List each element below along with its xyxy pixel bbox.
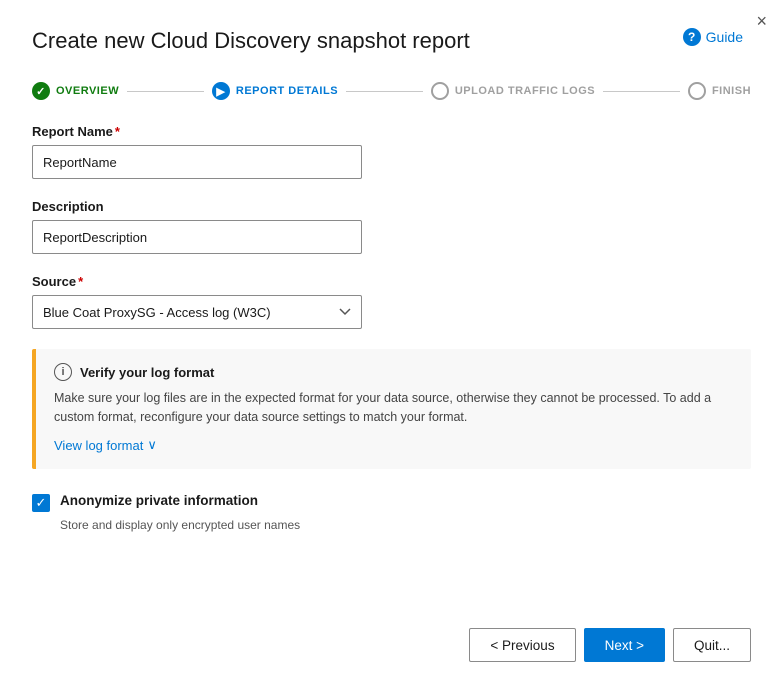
step-finish-icon	[688, 82, 706, 100]
source-label: Source*	[32, 274, 751, 289]
previous-button[interactable]: < Previous	[469, 628, 575, 662]
step-upload-label: UPLOAD TRAFFIC LOGS	[455, 85, 595, 97]
anonymize-label: Anonymize private information	[60, 493, 258, 508]
anonymize-checkbox-row: ✓ Anonymize private information	[32, 493, 751, 512]
anonymize-checkbox[interactable]: ✓	[32, 494, 50, 512]
step-overview-icon: ✓	[32, 82, 50, 100]
dialog-title: Create new Cloud Discovery snapshot repo…	[0, 0, 783, 54]
step-line-2	[346, 91, 423, 92]
description-input[interactable]	[32, 220, 362, 254]
step-overview: ✓ OVERVIEW	[32, 82, 119, 100]
checkmark-icon: ✓	[36, 496, 47, 509]
description-group: Description	[32, 199, 751, 254]
source-select[interactable]: Blue Coat ProxySG - Access log (W3C) Cis…	[32, 295, 362, 329]
source-group: Source* Blue Coat ProxySG - Access log (…	[32, 274, 751, 329]
warning-box: i Verify your log format Make sure your …	[32, 349, 751, 469]
step-line-1	[127, 91, 204, 92]
next-button[interactable]: Next >	[584, 628, 665, 662]
view-log-format-link[interactable]: View log format ∨	[54, 437, 157, 453]
warning-info-icon: i	[54, 363, 72, 381]
anonymize-sub-label: Store and display only encrypted user na…	[60, 518, 751, 532]
step-report-details: ▶ REPORT DETAILS	[212, 82, 338, 100]
step-finish: FINISH	[688, 82, 751, 100]
step-upload-icon	[431, 82, 449, 100]
step-report-details-label: REPORT DETAILS	[236, 85, 338, 97]
warning-header: i Verify your log format	[54, 363, 733, 381]
report-name-input[interactable]	[32, 145, 362, 179]
quit-button[interactable]: Quit...	[673, 628, 751, 662]
guide-icon: ?	[683, 28, 701, 46]
dialog: × Create new Cloud Discovery snapshot re…	[0, 0, 783, 686]
view-log-chevron-icon: ∨	[147, 437, 157, 453]
guide-link[interactable]: ? Guide	[683, 28, 743, 46]
report-name-label: Report Name*	[32, 124, 751, 139]
dialog-footer: < Previous Next > Quit...	[0, 608, 783, 686]
step-report-details-icon: ▶	[212, 82, 230, 100]
report-name-required: *	[115, 124, 120, 139]
step-line-3	[603, 91, 680, 92]
stepper: ✓ OVERVIEW ▶ REPORT DETAILS UPLOAD TRAFF…	[0, 62, 783, 100]
step-overview-label: OVERVIEW	[56, 85, 119, 97]
description-label: Description	[32, 199, 751, 214]
source-required: *	[78, 274, 83, 289]
step-finish-label: FINISH	[712, 85, 751, 97]
warning-text: Make sure your log files are in the expe…	[54, 389, 733, 427]
close-button[interactable]: ×	[756, 12, 767, 30]
form-body: Report Name* Description Source* Blue Co…	[0, 100, 783, 608]
step-upload-traffic-logs: UPLOAD TRAFFIC LOGS	[431, 82, 595, 100]
report-name-group: Report Name*	[32, 124, 751, 179]
view-log-label: View log format	[54, 438, 143, 453]
guide-label: Guide	[706, 29, 743, 45]
warning-title: Verify your log format	[80, 365, 214, 380]
anonymize-section: ✓ Anonymize private information Store an…	[32, 493, 751, 532]
